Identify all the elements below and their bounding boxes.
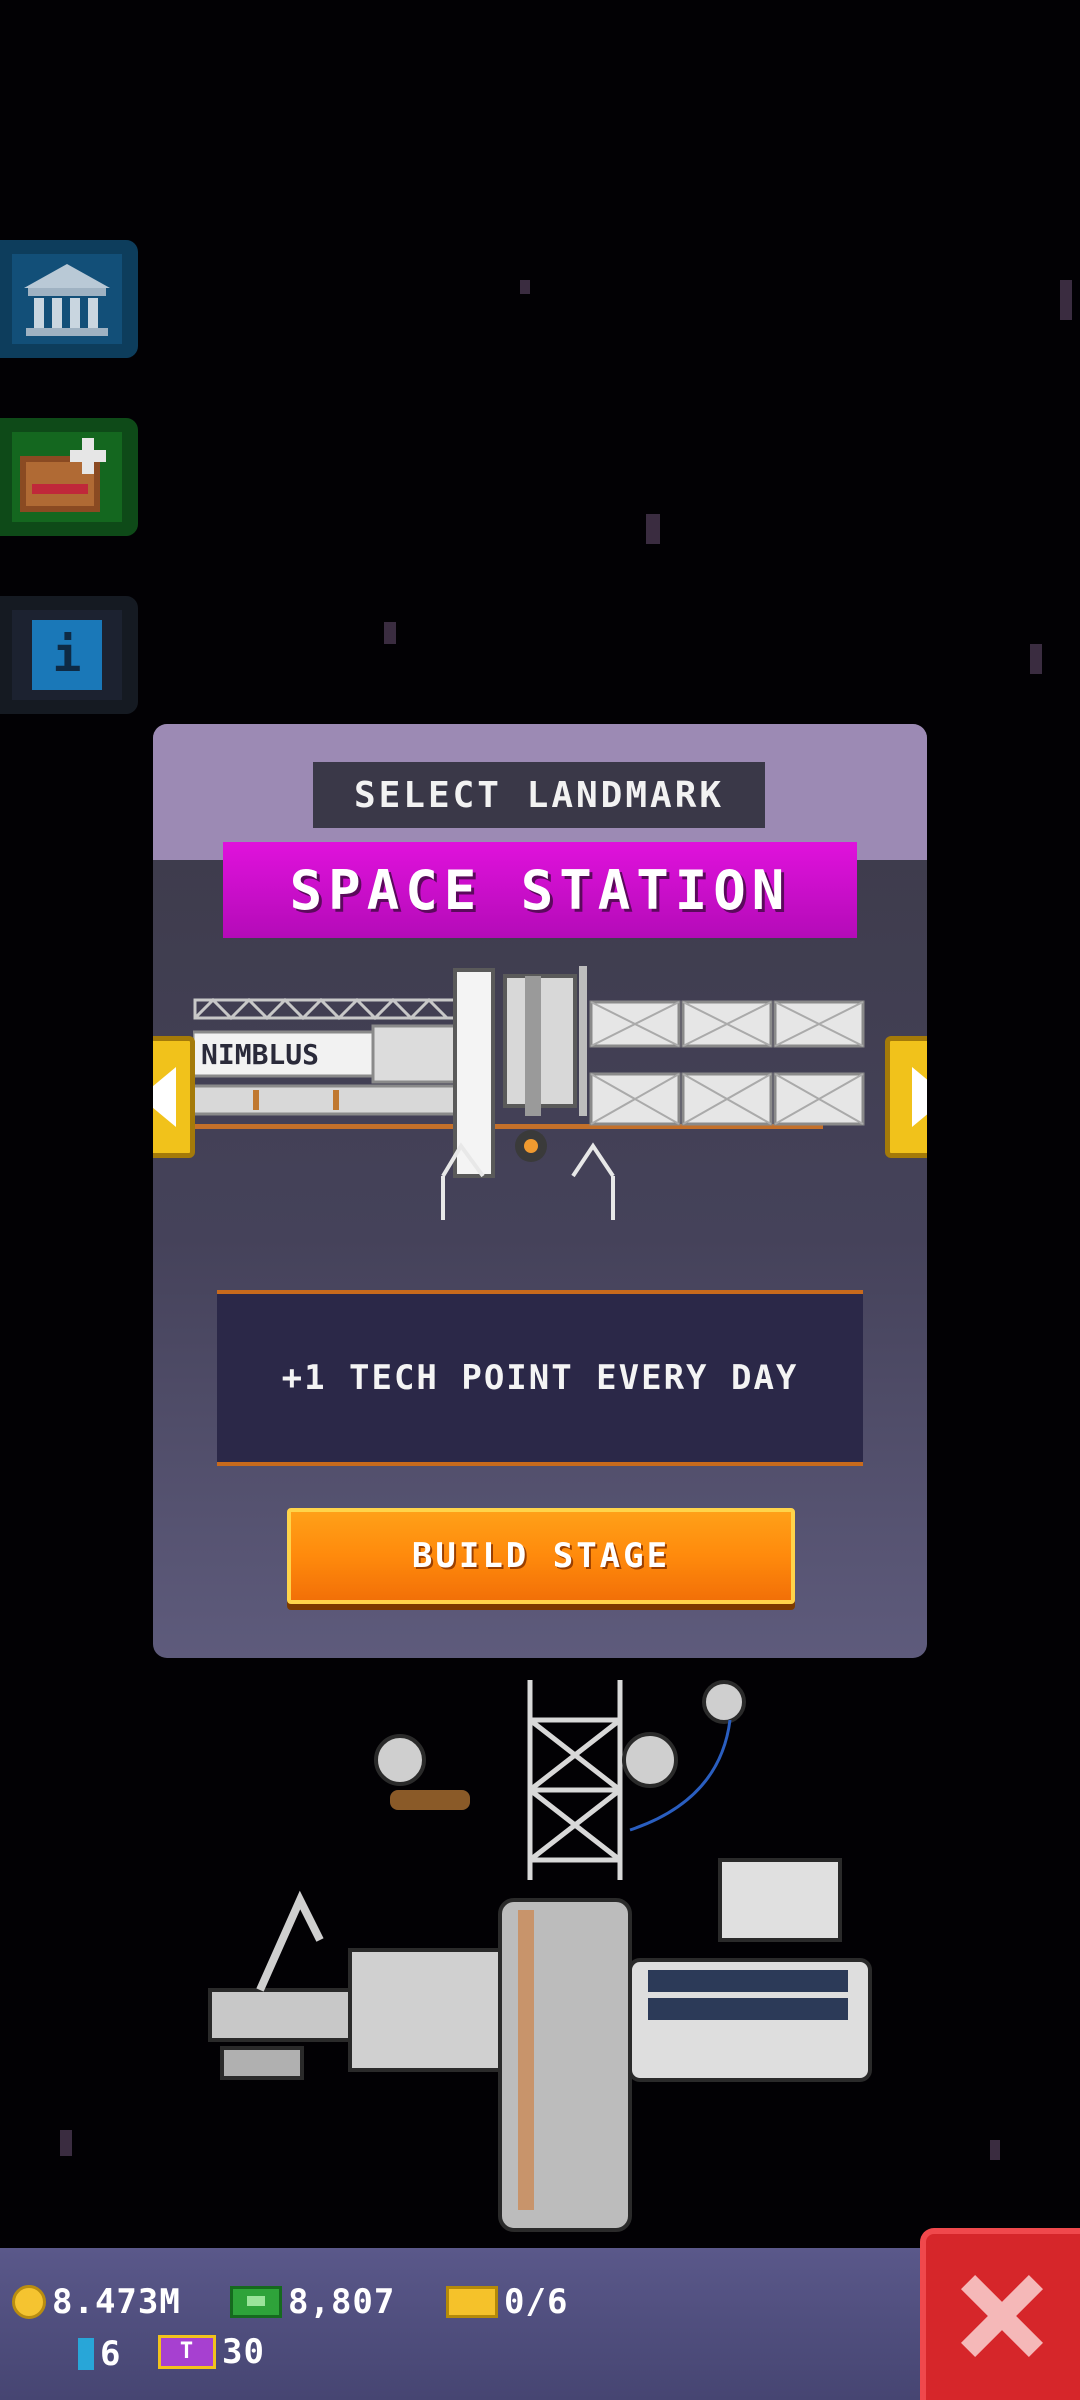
build-stage-button[interactable]: BUILD STAGE <box>287 1508 795 1604</box>
landmark-description: +1 TECH POINT EVERY DAY <box>217 1290 863 1466</box>
arrow-left-icon <box>153 1067 176 1127</box>
coin-icon <box>12 2285 46 2319</box>
close-button[interactable] <box>920 2228 1080 2400</box>
cash-icon <box>230 2286 282 2318</box>
dialog-header-label: SELECT LANDMARK <box>313 762 765 828</box>
arrow-right-icon <box>912 1067 927 1127</box>
museum-button-face <box>12 254 122 344</box>
passes-value: 30 <box>222 2332 265 2372</box>
landmark-title: SPACE STATION <box>223 842 857 938</box>
museum-icon <box>24 264 110 336</box>
star <box>1060 280 1072 320</box>
tech-points-stat: 6 <box>78 2334 121 2374</box>
next-landmark-button[interactable] <box>885 1036 927 1158</box>
map-button-face <box>12 432 122 522</box>
resource-bar: 8.473M 8,807 0/6 6 T 30 <box>0 2248 920 2400</box>
info-button-face: i <box>12 610 122 700</box>
cash-value: 8,807 <box>288 2282 396 2322</box>
treasure-map-icon <box>20 438 106 512</box>
tickets-stat: 0/6 <box>446 2282 568 2322</box>
cash-stat: 8,807 <box>230 2282 395 2322</box>
ticket-icon <box>446 2286 498 2318</box>
star <box>990 2140 1000 2160</box>
museum-button[interactable] <box>0 240 138 358</box>
coins-stat: 8.473M <box>12 2282 181 2322</box>
map-button[interactable] <box>0 418 138 536</box>
star <box>646 514 660 544</box>
info-icon: i <box>32 620 102 690</box>
tech-points-value: 6 <box>100 2334 122 2374</box>
station-scene-illustration <box>208 1680 872 2232</box>
star <box>60 2130 72 2156</box>
star <box>1030 644 1042 674</box>
previous-landmark-button[interactable] <box>153 1036 195 1158</box>
coins-value: 8.473M <box>52 2282 181 2322</box>
station-name-text: NIMBLUS <box>201 1038 319 1071</box>
tickets-value: 0/6 <box>504 2282 569 2322</box>
star <box>520 280 530 294</box>
tech-point-icon <box>78 2338 94 2370</box>
select-landmark-dialog: SELECT LANDMARK SPACE STATION NIMBLUS +1… <box>153 724 927 1658</box>
star <box>384 622 396 644</box>
passes-stat: T 30 <box>158 2332 265 2372</box>
space-station-scene <box>200 1680 900 2260</box>
info-button[interactable]: i <box>0 596 138 714</box>
space-station-image: NIMBLUS <box>191 956 893 1226</box>
space-station-illustration: NIMBLUS <box>191 966 865 1220</box>
pass-icon: T <box>158 2335 216 2369</box>
game-screen: i SELECT LANDMARK SPACE STATION NIMBLUS <box>0 0 1080 2400</box>
